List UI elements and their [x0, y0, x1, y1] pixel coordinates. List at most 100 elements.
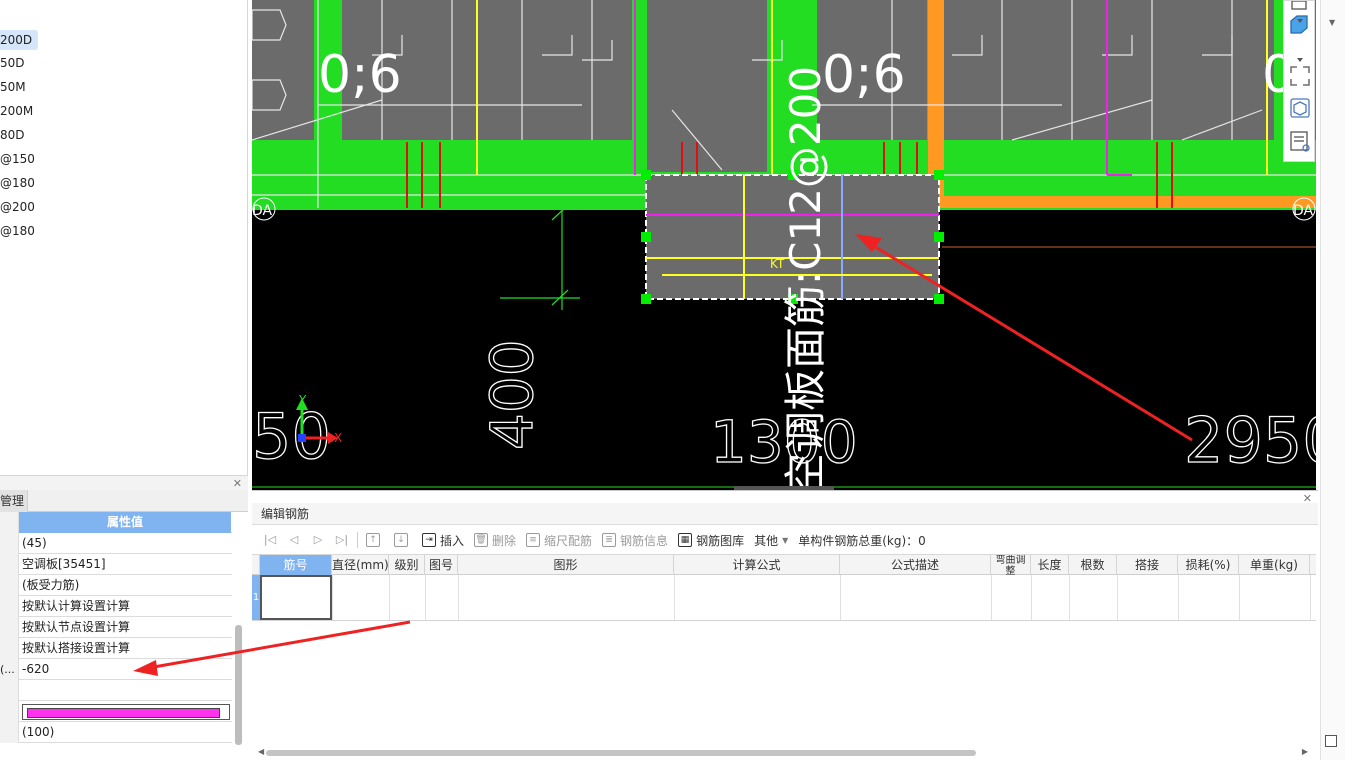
scrollbar[interactable]	[235, 625, 242, 745]
grid-cell-divider	[1310, 575, 1311, 620]
column-header[interactable]: 根数	[1069, 555, 1117, 575]
horizontal-scrollbar[interactable]: ◀ ▶	[258, 747, 1308, 757]
property-row[interactable]: (45)	[0, 533, 232, 554]
property-key-cell	[0, 512, 19, 533]
last-icon: ▷|	[335, 533, 349, 546]
insert-button[interactable]: ⇥ 插入	[417, 529, 469, 551]
property-row-color[interactable]	[0, 701, 232, 722]
property-row[interactable]: 按默认节点设置计算	[0, 617, 232, 638]
property-row[interactable]: 按默认计算设置计算	[0, 596, 232, 617]
property-key-cell	[0, 554, 19, 575]
grid-corner	[252, 555, 260, 575]
column-header[interactable]: 搭接	[1117, 555, 1178, 575]
property-value[interactable]: 空调板[35451]	[22, 554, 106, 575]
property-value[interactable]: 按默认节点设置计算	[22, 617, 130, 638]
side-strip: ▼	[1320, 0, 1345, 760]
property-row[interactable]: (... -620	[0, 659, 232, 680]
grid-cell-divider	[1178, 575, 1179, 620]
scale-rebar-button[interactable]: ≡ 缩尺配筋	[521, 529, 597, 551]
slab-label: 0;6	[318, 45, 402, 105]
property-key-cell	[0, 617, 19, 638]
first-record-button[interactable]: |◁	[258, 529, 282, 551]
last-record-button[interactable]: ▷|	[330, 529, 354, 551]
rebar-annotation[interactable]: 空调板面筋:C12@200	[781, 66, 830, 490]
move-down-button[interactable]: ↓	[389, 529, 417, 551]
drawing-svg[interactable]: KT 0;6 0;6 0 50 1300 2950 400 空调板面筋:C12@…	[252, 0, 1316, 490]
prev-record-button[interactable]: ◁	[282, 529, 306, 551]
list-item[interactable]: @180	[0, 173, 35, 193]
list-item[interactable]: 50M	[0, 77, 26, 97]
first-icon: |◁	[263, 533, 277, 546]
selected-cell[interactable]	[260, 575, 332, 620]
orange-beam	[944, 196, 1316, 208]
property-row[interactable]: (板受力筋)	[0, 575, 232, 596]
ruler-icon: ≡	[526, 533, 541, 547]
checkbox[interactable]	[1325, 735, 1337, 747]
grid-cell-divider	[1239, 575, 1240, 620]
list-item[interactable]: 200D	[0, 30, 38, 50]
library-icon: ▦	[678, 533, 693, 547]
list-item[interactable]: @200	[0, 197, 35, 217]
cube-icon[interactable]	[1291, 0, 1307, 10]
drawing-canvas[interactable]: KT 0;6 0;6 0 50 1300 2950 400 空调板面筋:C12@…	[252, 0, 1316, 490]
chevron-down-icon[interactable]: ▼	[1329, 18, 1335, 27]
scroll-thumb[interactable]	[266, 750, 976, 756]
column-header[interactable]: 计算公式	[674, 555, 840, 575]
property-key-cell	[0, 533, 19, 554]
column-header[interactable]: 弯曲调整	[991, 555, 1031, 575]
property-key-cell	[0, 722, 19, 743]
column-header[interactable]: 损耗(%)	[1178, 555, 1239, 575]
property-tabbar: 管理	[0, 490, 248, 512]
grid-cell-divider	[458, 575, 459, 620]
column-header[interactable]: 级别	[389, 555, 425, 575]
property-row[interactable]: 按默认搭接设置计算	[0, 638, 232, 659]
total-weight-label: 单构件钢筋总重(kg)：0	[798, 533, 926, 548]
list-item[interactable]: @150	[0, 149, 35, 169]
table-row[interactable]: 1	[252, 575, 1316, 621]
next-record-button[interactable]: ▷	[306, 529, 330, 551]
grid-cell-divider	[991, 575, 992, 620]
grid-cell-divider	[674, 575, 675, 620]
property-value[interactable]: (45)	[22, 533, 47, 554]
property-value[interactable]: (100)	[22, 722, 54, 743]
list-item[interactable]: 200M	[0, 101, 33, 121]
close-icon[interactable]: ✕	[233, 477, 242, 490]
scroll-left-icon[interactable]: ◀	[258, 747, 264, 756]
property-value[interactable]: -620	[22, 659, 49, 680]
property-row[interactable]: 空调板[35451]	[0, 554, 232, 575]
delete-button[interactable]: 🗑 删除	[469, 529, 521, 551]
column-header[interactable]: 图形	[458, 555, 674, 575]
move-up-button[interactable]: ↑	[361, 529, 389, 551]
grid-cell-divider	[389, 575, 390, 620]
property-row[interactable]: (100)	[0, 722, 232, 743]
column-header[interactable]: 单重(kg)	[1239, 555, 1310, 575]
rebar-library-button[interactable]: ▦ 钢筋图库	[673, 529, 749, 551]
panel-title: 编辑钢筋	[252, 503, 1318, 525]
slab-region	[252, 0, 314, 140]
column-header[interactable]: 筋号	[260, 555, 332, 575]
list-item[interactable]: 50D	[0, 53, 25, 73]
column-header[interactable]: 图号	[425, 555, 458, 575]
other-menu[interactable]: 其他 ▼	[749, 529, 793, 551]
list-item[interactable]: 80D	[0, 125, 25, 145]
scroll-right-icon[interactable]: ▶	[1302, 747, 1308, 756]
column-header[interactable]: 长度	[1031, 555, 1069, 575]
slab-region	[647, 0, 767, 172]
column-header[interactable]: 直径(mm)	[332, 555, 389, 575]
fit-view-icon[interactable]	[1290, 66, 1297, 73]
list-item[interactable]: @180	[0, 221, 35, 241]
slab-label: 0;6	[822, 45, 906, 105]
dropdown-icon[interactable]	[1297, 58, 1303, 62]
grid-cell-divider	[425, 575, 426, 620]
grid-cell-divider	[1031, 575, 1032, 620]
column-header[interactable]: 公式描述	[840, 555, 991, 575]
property-value[interactable]: (板受力筋)	[22, 575, 79, 596]
rebar-info-button[interactable]: ≣ 钢筋信息	[597, 529, 673, 551]
tab-manage[interactable]: 管理	[0, 490, 28, 512]
color-picker[interactable]	[22, 704, 230, 720]
property-value[interactable]: 按默认计算设置计算	[22, 596, 130, 617]
property-value[interactable]: 按默认搭接设置计算	[22, 638, 130, 659]
3d-view-icon[interactable]	[1290, 15, 1308, 34]
dimension-label: 2950	[1184, 404, 1316, 477]
property-row[interactable]	[0, 680, 232, 701]
